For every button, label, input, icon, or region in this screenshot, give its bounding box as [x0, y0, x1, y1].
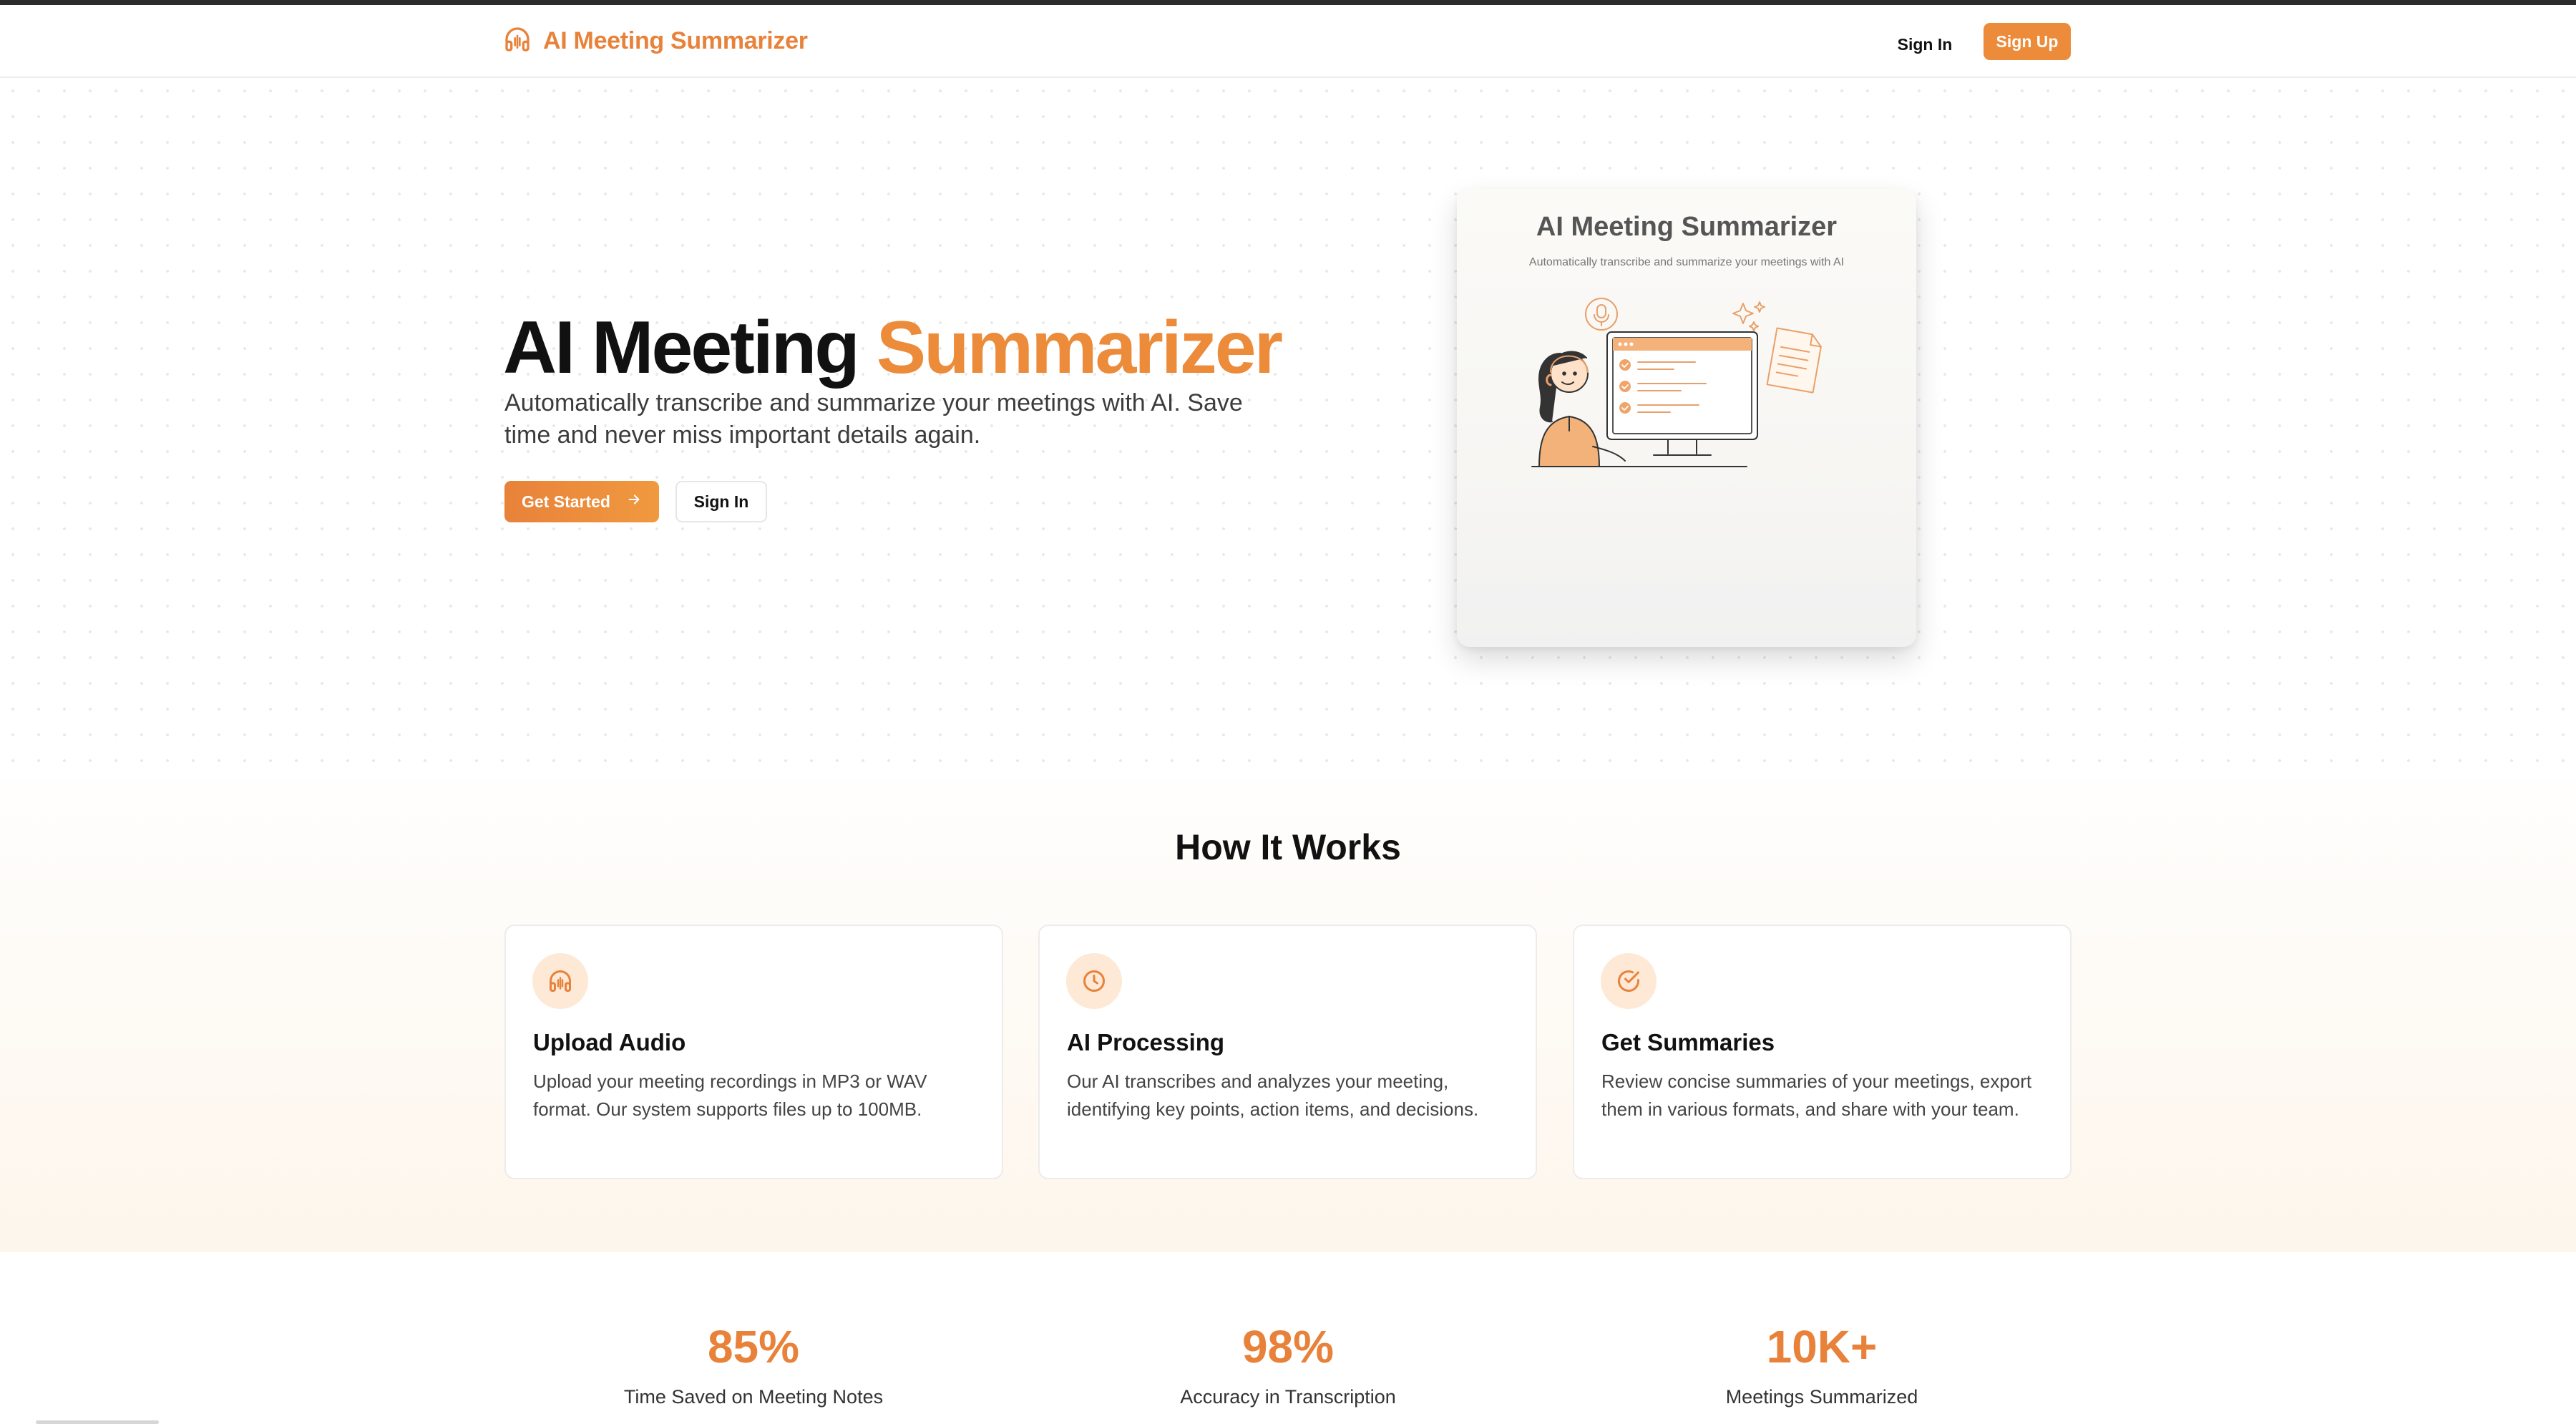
card-description: Our AI transcribes and analyzes your mee… [1067, 1071, 1479, 1120]
get-started-button[interactable]: Get Started [504, 481, 659, 522]
horizontal-scrollbar[interactable] [36, 1420, 159, 1424]
feature-card-upload-audio: Upload Audio Upload your meeting recordi… [504, 925, 1003, 1179]
hero-title-accent: Summarizer [876, 306, 1283, 389]
clock-icon [1066, 953, 1122, 1009]
brand-logo[interactable]: AI Meeting Summarizer [503, 25, 808, 57]
section-title: How It Works [1175, 827, 1401, 867]
hero-sign-in-button[interactable]: Sign In [675, 481, 767, 522]
stats-section: 85% Time Saved on Meeting Notes 98% Accu… [0, 1252, 2576, 1424]
headphones-icon [532, 953, 588, 1009]
check-circle-icon [1601, 953, 1657, 1009]
hero-title: AI Meeting Summarizer [503, 306, 1283, 391]
arrow-right-icon [626, 492, 642, 512]
card-description: Review concise summaries of your meeting… [1601, 1071, 2032, 1120]
stat-time-saved: 85% Time Saved on Meeting Notes [539, 1320, 968, 1408]
preview-subtitle: Automatically transcribe and summarize y… [1528, 256, 1845, 268]
how-it-works-section: How It Works Upload Audio Upload your me… [0, 780, 2576, 1252]
preview-title: AI Meeting Summarizer [1536, 212, 1838, 242]
stat-value: 10K+ [1766, 1321, 1878, 1372]
card-title: Upload Audio [533, 1029, 686, 1055]
feature-card-get-summaries: Get Summaries Review concise summaries o… [1573, 925, 2072, 1179]
card-title: AI Processing [1067, 1029, 1225, 1055]
brand-name: AI Meeting Summarizer [543, 27, 808, 54]
stat-label: Accuracy in Transcription [1180, 1386, 1396, 1408]
person-at-computer-illustration [1531, 298, 1822, 467]
header-sign-in-button[interactable]: Sign In [1882, 26, 1968, 62]
stat-accuracy: 98% Accuracy in Transcription [1073, 1320, 1503, 1408]
get-started-label: Get Started [522, 492, 610, 511]
card-description: Upload your meeting recordings in MP3 or… [533, 1071, 927, 1120]
header-sign-up-button[interactable]: Sign Up [1984, 23, 2071, 60]
stat-label: Time Saved on Meeting Notes [623, 1386, 884, 1408]
stat-meetings: 10K+ Meetings Summarized [1607, 1320, 2036, 1408]
hero-section: AI Meeting Summarizer Automatically tran… [0, 78, 2576, 780]
hero-subtitle: Automatically transcribe and summarize y… [504, 389, 1243, 449]
stat-value: 98% [1241, 1321, 1335, 1372]
window-top-border [0, 0, 2576, 5]
hero-title-main: AI Meeting [503, 306, 860, 389]
stat-label: Meetings Summarized [1725, 1386, 1918, 1408]
card-title: Get Summaries [1601, 1029, 1775, 1055]
headphones-icon [503, 25, 532, 57]
feature-card-ai-processing: AI Processing Our AI transcribes and ana… [1038, 925, 1537, 1179]
site-header: AI Meeting Summarizer Sign In Sign Up [0, 5, 2576, 78]
preview-card: AI Meeting Summarizer Automatically tran… [1457, 189, 1916, 647]
stat-value: 85% [707, 1321, 800, 1372]
